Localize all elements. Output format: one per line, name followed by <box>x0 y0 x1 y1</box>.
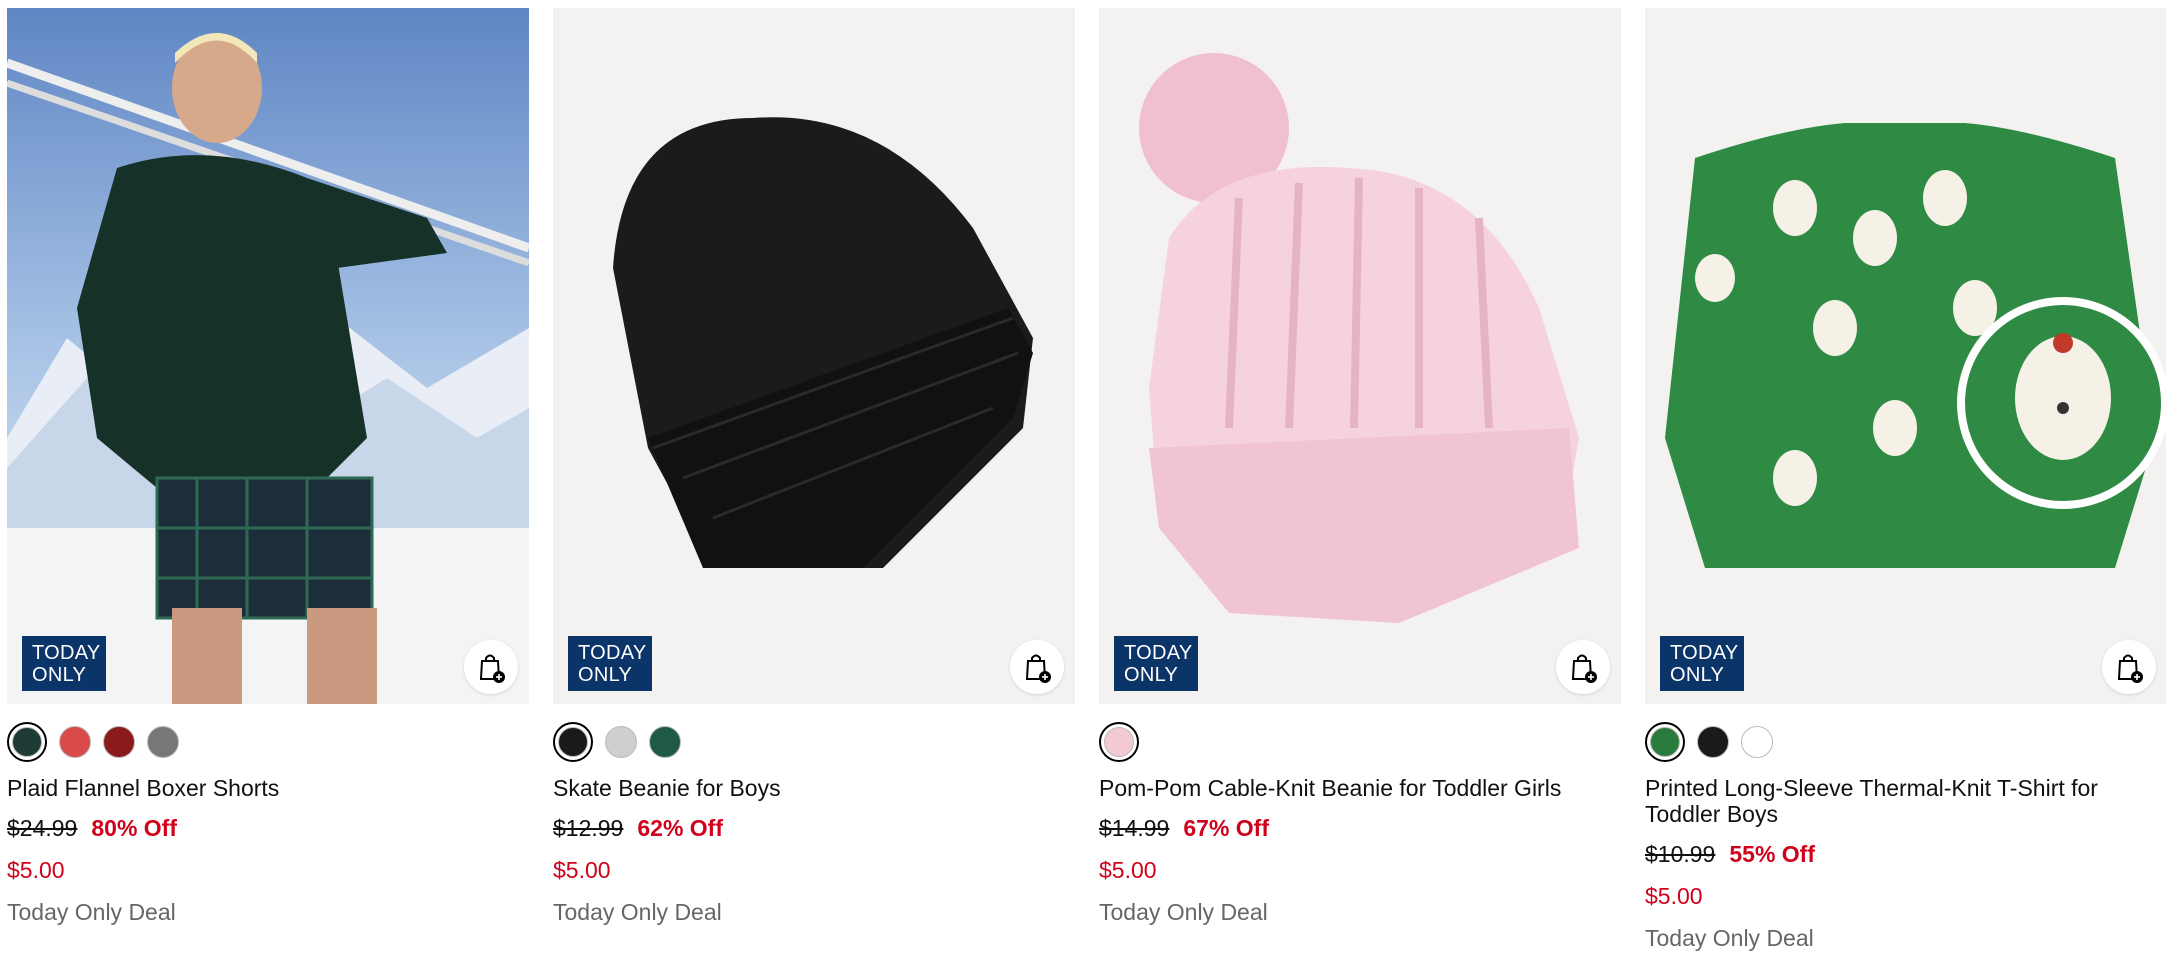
original-price: $24.99 <box>7 815 78 841</box>
product-grid: TODAY ONLY Plaid Flannel Boxer Shorts $2 <box>7 8 2166 968</box>
today-only-badge: TODAY ONLY <box>1114 636 1198 691</box>
color-swatch[interactable] <box>1645 722 1685 762</box>
add-to-bag-button[interactable] <box>1010 640 1064 694</box>
badge-line-2: ONLY <box>1124 664 1179 686</box>
color-swatch[interactable] <box>103 726 135 758</box>
discount-label: 67% Off <box>1183 815 1269 841</box>
badge-line-2: ONLY <box>578 664 633 686</box>
original-price: $12.99 <box>553 815 624 841</box>
badge-line-1: TODAY <box>1670 642 1739 664</box>
hoodie-model-image <box>7 8 529 704</box>
price-row: $24.99 80% Off <box>7 815 529 841</box>
product-image[interactable]: TODAY ONLY <box>7 8 529 704</box>
discount-label: 80% Off <box>91 815 177 841</box>
badge-line-1: TODAY <box>1124 642 1193 664</box>
product-card[interactable]: TODAY ONLY Skate Beanie for Boys $12.99 … <box>553 8 1075 968</box>
badge-line-1: TODAY <box>578 642 647 664</box>
add-to-bag-button[interactable] <box>1556 640 1610 694</box>
color-swatches <box>7 722 529 762</box>
badge-line-2: ONLY <box>1670 664 1725 686</box>
color-swatch[interactable] <box>1741 726 1773 758</box>
product-image[interactable]: TODAY ONLY <box>1645 8 2166 704</box>
original-price: $10.99 <box>1645 841 1716 867</box>
color-swatch[interactable] <box>1697 726 1729 758</box>
product-image[interactable]: TODAY ONLY <box>1099 8 1621 704</box>
price-row: $12.99 62% Off <box>553 815 1075 841</box>
today-only-badge: TODAY ONLY <box>568 636 652 691</box>
deal-label: Today Only Deal <box>1099 899 1268 925</box>
color-swatch[interactable] <box>147 726 179 758</box>
today-only-badge: TODAY ONLY <box>1660 636 1744 691</box>
product-card[interactable]: TODAY ONLY Plaid Flannel Boxer Shorts $2 <box>7 8 529 968</box>
shopping-bag-plus-icon <box>1025 654 1051 683</box>
shopping-bag-plus-icon <box>479 654 505 683</box>
black-beanie-image <box>553 8 1075 704</box>
sale-price: $5.00 <box>1645 883 1703 909</box>
product-image[interactable]: TODAY ONLY <box>553 8 1075 704</box>
today-only-badge: TODAY ONLY <box>22 636 106 691</box>
add-to-bag-button[interactable] <box>464 640 518 694</box>
product-card[interactable]: TODAY ONLY Pom-Pom Cable-Knit Beanie for… <box>1099 8 1621 968</box>
sale-price: $5.00 <box>7 857 65 883</box>
product-title[interactable]: Plaid Flannel Boxer Shorts <box>7 775 529 801</box>
color-swatch[interactable] <box>59 726 91 758</box>
product-title[interactable]: Skate Beanie for Boys <box>553 775 1075 801</box>
color-swatches <box>553 722 1075 762</box>
pink-beanie-image <box>1099 8 1621 704</box>
deal-label: Today Only Deal <box>553 899 722 925</box>
price-row: $10.99 55% Off <box>1645 841 2166 867</box>
original-price: $14.99 <box>1099 815 1170 841</box>
polar-bear-shirt-image <box>1645 8 2166 704</box>
shopping-bag-plus-icon <box>2117 654 2143 683</box>
price-row: $14.99 67% Off <box>1099 815 1621 841</box>
badge-line-2: ONLY <box>32 664 87 686</box>
color-swatch[interactable] <box>649 726 681 758</box>
discount-label: 55% Off <box>1729 841 1815 867</box>
sale-price: $5.00 <box>1099 857 1157 883</box>
product-title[interactable]: Pom-Pom Cable-Knit Beanie for Toddler Gi… <box>1099 775 1621 801</box>
sale-price: $5.00 <box>553 857 611 883</box>
deal-label: Today Only Deal <box>7 899 176 925</box>
color-swatches <box>1645 722 2166 762</box>
badge-line-1: TODAY <box>32 642 101 664</box>
add-to-bag-button[interactable] <box>2102 640 2156 694</box>
color-swatch[interactable] <box>1099 722 1139 762</box>
color-swatches <box>1099 722 1621 762</box>
product-title[interactable]: Printed Long-Sleeve Thermal-Knit T-Shirt… <box>1645 775 2166 827</box>
color-swatch[interactable] <box>605 726 637 758</box>
color-swatch[interactable] <box>553 722 593 762</box>
product-card[interactable]: TODAY ONLY Printed Long-Sleeve Thermal-K… <box>1645 8 2166 968</box>
color-swatch[interactable] <box>7 722 47 762</box>
shopping-bag-plus-icon <box>1571 654 1597 683</box>
deal-label: Today Only Deal <box>1645 925 1814 951</box>
discount-label: 62% Off <box>637 815 723 841</box>
